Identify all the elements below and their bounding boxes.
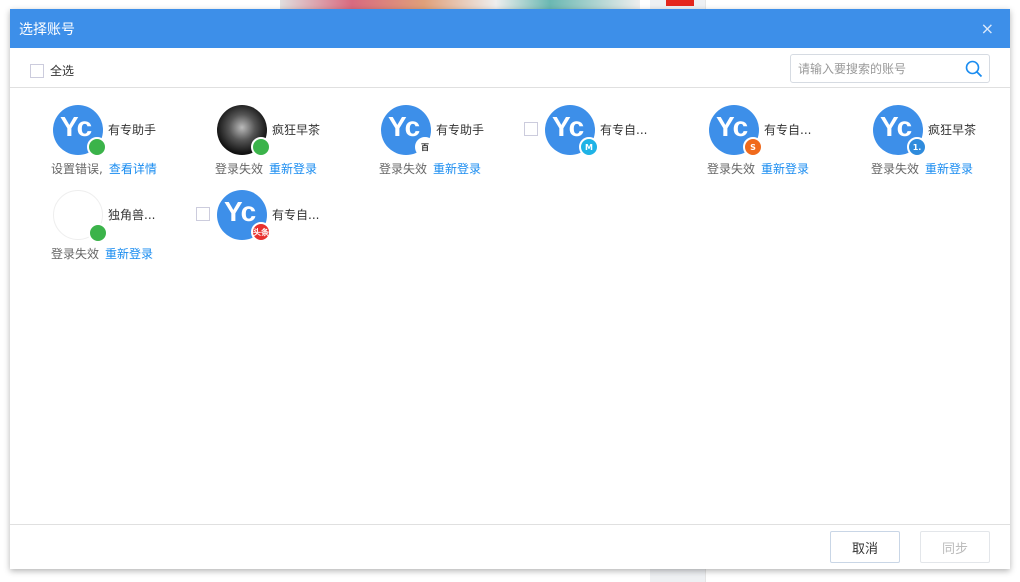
search-box (790, 54, 990, 83)
weibo-icon: S (743, 137, 763, 157)
background-badge (666, 0, 694, 6)
account-status: 登录失效 重新登录 (871, 160, 973, 177)
account-avatar: Yc (53, 105, 107, 157)
status-text: 登录失效 (51, 247, 100, 261)
baijiahao-icon: 百 (415, 137, 435, 157)
account-name: 有专自... (272, 208, 320, 222)
toolbar: 全选 (10, 48, 1010, 88)
status-action-link[interactable]: 重新登录 (269, 162, 317, 176)
account-card[interactable]: Yc M 有专自... (524, 105, 705, 180)
app-logo: Yc (880, 111, 912, 142)
account-card[interactable]: Yc S 有专自... 登录失效 重新登录 (707, 105, 869, 180)
account-avatar (217, 105, 271, 157)
status-text: 登录失效 (707, 162, 756, 176)
account-avatar: Yc 头条 (217, 190, 271, 242)
account-card[interactable]: Yc 头条 有专自... (196, 190, 377, 265)
account-name: 有专助手 (436, 123, 485, 137)
status-action-link[interactable]: 重新登录 (761, 162, 809, 176)
close-icon[interactable]: × (981, 19, 994, 38)
status-action-link[interactable]: 重新登录 (105, 247, 153, 261)
account-avatar: Yc 百 (381, 105, 435, 157)
account-name: 疯狂早茶 (928, 123, 977, 137)
account-name: 疯狂早茶 (272, 123, 321, 137)
status-text: 登录失效 (871, 162, 920, 176)
account-card[interactable]: 疯狂早茶登录失效 重新登录 (215, 105, 377, 180)
app-logo: Yc (60, 111, 92, 142)
app-logo: Yc (552, 111, 584, 142)
account-name: 有专助手 (108, 123, 157, 137)
status-text: 登录失效 (215, 162, 264, 176)
sync-button[interactable]: 同步 (920, 531, 990, 563)
account-card[interactable]: Yc 百有专助手登录失效 重新登录 (379, 105, 541, 180)
account-checkbox[interactable] (196, 207, 210, 221)
account-status: 登录失效 重新登录 (379, 160, 481, 177)
account-status: 登录失效 重新登录 (707, 160, 809, 177)
dayu-icon: M (579, 137, 599, 157)
account-name: 有专自... (600, 123, 648, 137)
search-icon[interactable] (959, 60, 989, 78)
dialog-title: 选择账号 (19, 21, 75, 38)
wechat-icon (88, 223, 108, 243)
status-action-link[interactable]: 重新登录 (433, 162, 481, 176)
app-logo: Yc (388, 111, 420, 142)
yidian-icon: 1. (907, 137, 927, 157)
account-card[interactable]: Yc 1. 疯狂早茶登录失效 重新登录 (871, 105, 1020, 180)
account-status: 设置错误, 查看详情 (51, 160, 157, 177)
select-all-label: 全选 (50, 64, 75, 78)
select-all-checkbox[interactable]: 全选 (30, 62, 74, 79)
account-card[interactable]: Yc 有专助手设置错误, 查看详情 (51, 105, 213, 180)
select-account-dialog: 选择账号 × 全选 Yc有专助手设置错误,查看详情疯狂早茶登录失效重新登录Yc百… (10, 9, 1010, 569)
account-status: 登录失效 重新登录 (51, 245, 153, 262)
toutiao-icon: 头条 (251, 222, 271, 242)
dialog-footer: 取消 同步 (10, 524, 1010, 569)
app-logo: Yc (224, 196, 256, 227)
cancel-button[interactable]: 取消 (830, 531, 900, 563)
status-action-link[interactable]: 查看详情 (109, 162, 157, 176)
status-action-link[interactable]: 重新登录 (925, 162, 973, 176)
account-avatar (53, 190, 108, 243)
wechat-icon (251, 137, 271, 157)
account-status: 登录失效 重新登录 (215, 160, 317, 177)
search-input[interactable] (791, 61, 959, 76)
account-avatar: Yc S (709, 105, 763, 157)
checkbox[interactable] (30, 63, 44, 78)
dialog-header: 选择账号 × (10, 9, 1010, 48)
account-avatar: Yc M (545, 105, 599, 157)
account-name: 有专自... (764, 123, 812, 137)
wechat-icon (87, 137, 107, 157)
account-name: 独角兽... (108, 208, 156, 222)
account-checkbox[interactable] (524, 122, 538, 136)
app-logo: Yc (716, 111, 748, 142)
status-text: 登录失效 (379, 162, 428, 176)
account-avatar: Yc 1. (873, 105, 927, 157)
status-text: 设置错误, (51, 162, 103, 176)
account-card[interactable]: 独角兽... 登录失效 重新登录 (51, 190, 213, 265)
